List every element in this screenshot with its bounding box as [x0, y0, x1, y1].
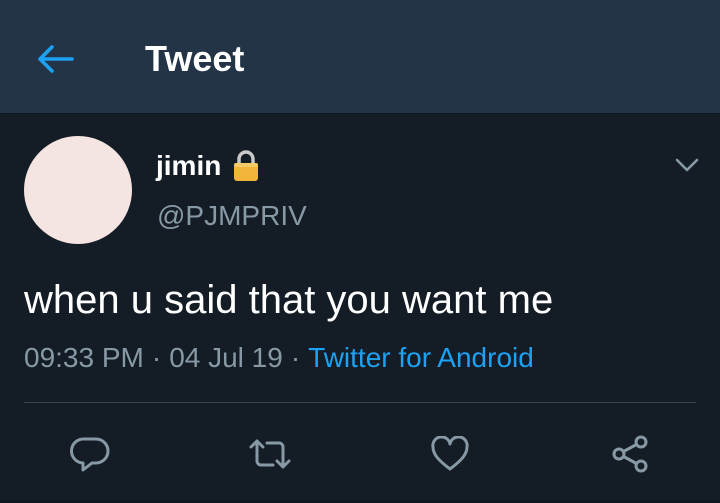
share-icon [612, 435, 648, 473]
reply-icon [70, 437, 110, 472]
author-handle[interactable]: @PJMPRIV [157, 200, 307, 232]
chevron-down-icon [675, 158, 699, 172]
retweet-icon [249, 439, 291, 469]
heart-icon [431, 436, 469, 471]
author-display-name[interactable]: jimin [156, 150, 221, 182]
meta-separator: · [290, 342, 301, 373]
tweet-detail-screen: Tweet jimin @PJMPRIV when u said that yo… [0, 0, 720, 503]
tweet-text: when u said that you want me [24, 278, 554, 322]
divider [24, 402, 696, 403]
app-bar: Tweet [0, 0, 720, 114]
tweet-menu-button[interactable] [670, 150, 704, 180]
like-button[interactable] [422, 426, 478, 482]
tweet-actions [0, 426, 720, 482]
tweet-date: 04 Jul 19 [169, 342, 283, 373]
meta-separator: · [151, 342, 162, 373]
tweet-time: 09:33 PM [24, 342, 144, 373]
tweet-source-link[interactable]: Twitter for Android [308, 342, 534, 373]
author-name-row: jimin [156, 148, 261, 184]
tweet-meta: 09:33 PM · 04 Jul 19 · Twitter for Android [24, 340, 534, 376]
lock-icon [231, 149, 261, 183]
retweet-button[interactable] [242, 426, 298, 482]
arrow-left-icon [38, 45, 74, 73]
avatar[interactable] [24, 136, 132, 244]
share-button[interactable] [602, 426, 658, 482]
tweet: jimin @PJMPRIV when u said that you want… [0, 114, 720, 503]
page-title: Tweet [145, 38, 245, 79]
back-button[interactable] [30, 36, 80, 82]
reply-button[interactable] [62, 426, 118, 482]
